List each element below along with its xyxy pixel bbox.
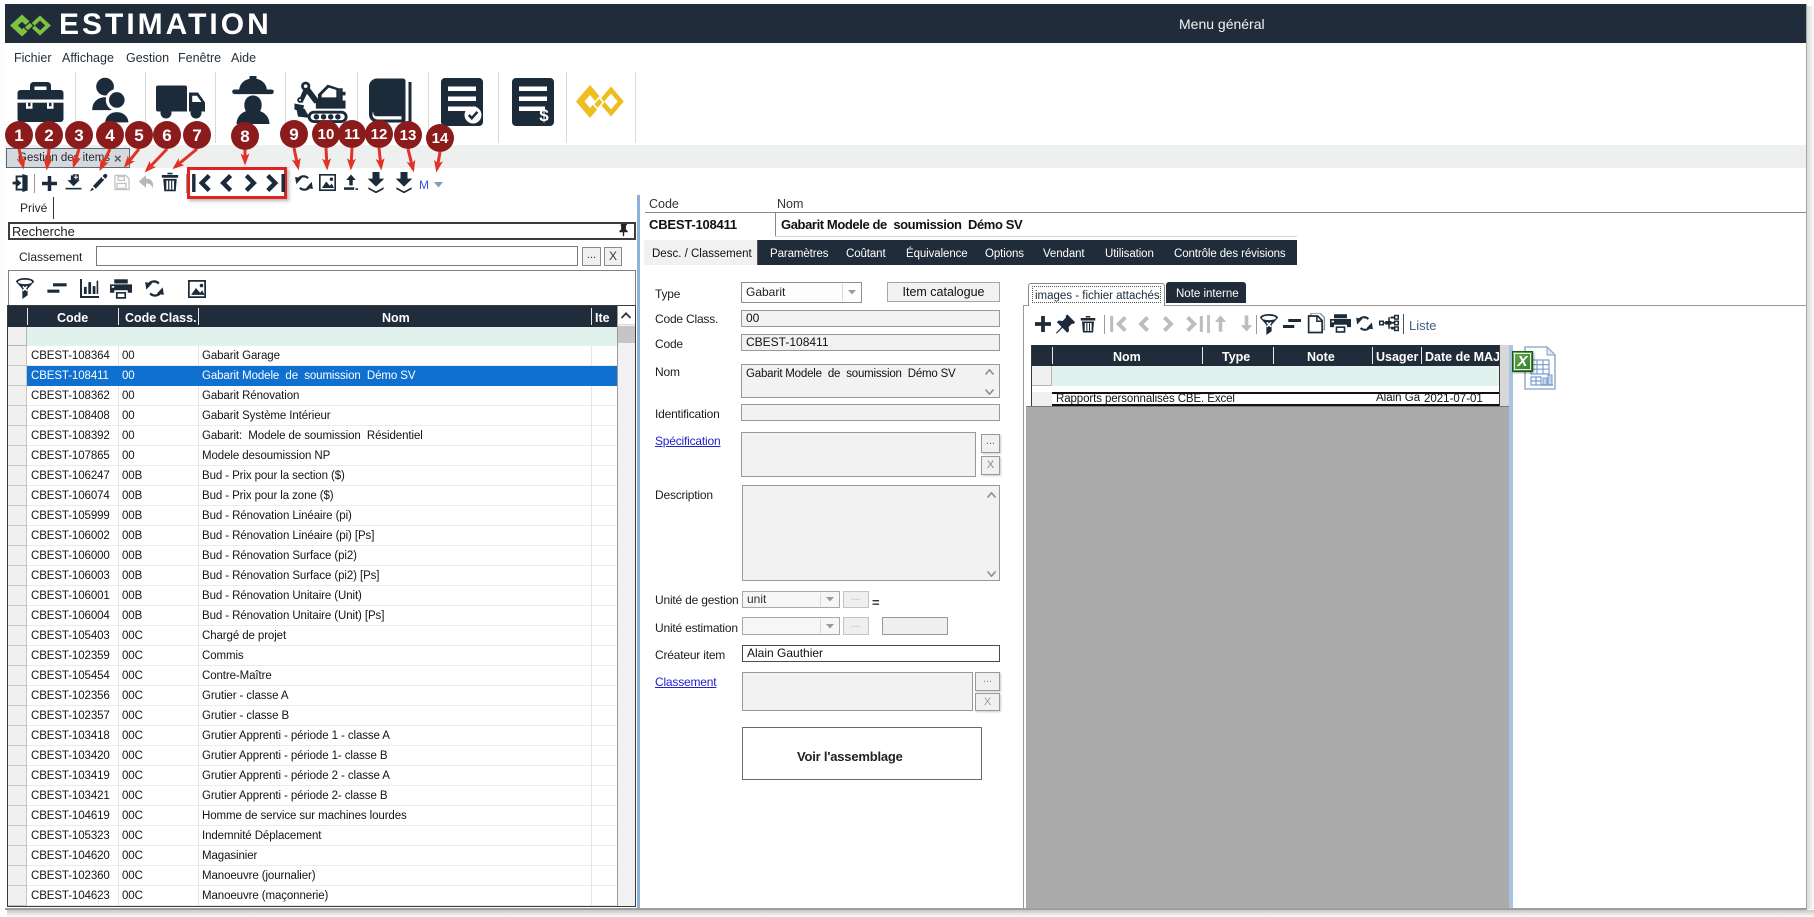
svg-text:8: 8 <box>240 127 249 146</box>
svg-text:11: 11 <box>344 126 360 143</box>
svg-text:6: 6 <box>162 126 171 145</box>
svg-text:13: 13 <box>400 127 417 144</box>
svg-text:12: 12 <box>371 126 388 143</box>
svg-text:14: 14 <box>432 130 449 147</box>
svg-text:1: 1 <box>14 126 23 145</box>
svg-text:5: 5 <box>134 126 143 145</box>
svg-text:$: $ <box>539 106 549 125</box>
svg-text:7: 7 <box>192 126 201 145</box>
svg-text:10: 10 <box>318 126 335 143</box>
svg-text:2: 2 <box>44 126 53 145</box>
svg-text:9: 9 <box>289 125 298 144</box>
svg-text:4: 4 <box>105 126 115 145</box>
svg-text:3: 3 <box>74 126 83 145</box>
